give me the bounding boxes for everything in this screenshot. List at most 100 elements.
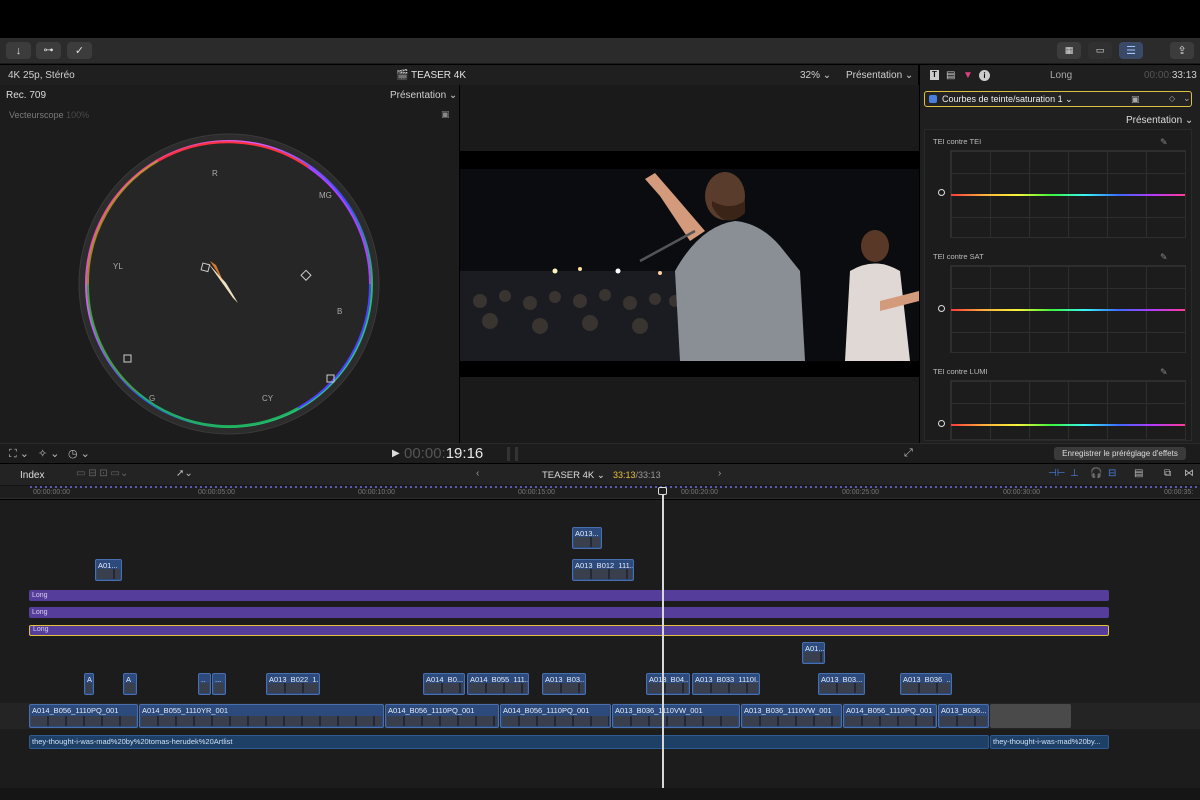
skimming-icon[interactable]: ⊣⊢	[1048, 468, 1065, 479]
clip[interactable]: A013_B03...	[818, 673, 865, 695]
viewer-canvas[interactable]	[460, 85, 919, 443]
clip[interactable]: A013_B022_1...	[266, 673, 320, 695]
audio-clip[interactable]: they-thought-i-was-mad%20by%20tomas-heru…	[29, 735, 989, 749]
clip[interactable]: A	[123, 673, 137, 695]
clip[interactable]: ...	[212, 673, 226, 695]
transitions-browser-icon[interactable]: ⋈	[1184, 468, 1194, 479]
clip[interactable]: A01...	[95, 559, 122, 581]
timeline-project-title[interactable]: TEASER 4K ⌄	[542, 470, 605, 481]
history-forward-icon[interactable]: ›	[718, 468, 721, 479]
curve-graph-hue-hue[interactable]	[950, 150, 1186, 238]
audio-clip-label: they-thought-i-was-mad%20by%20tomas-heru…	[32, 737, 233, 746]
headphones-icon[interactable]: 🎧	[1090, 468, 1102, 479]
eyedropper-icon[interactable]: ✎	[1160, 137, 1168, 148]
clip[interactable]: A013_B04...	[646, 673, 690, 695]
color-inspector-icon[interactable]: ▼	[963, 70, 973, 81]
history-back-icon[interactable]: ‹	[476, 468, 479, 479]
inspector-toggle-button[interactable]: ☰	[1119, 42, 1143, 59]
clip[interactable]: ..	[198, 673, 211, 695]
clip[interactable]: A013...	[572, 527, 602, 549]
clip[interactable]: A014_B055_111...	[467, 673, 529, 695]
audio-skimming-icon[interactable]: ⊥	[1070, 468, 1079, 479]
clip[interactable]: A	[84, 673, 94, 695]
inspector-presentation-menu[interactable]: Présentation ⌄	[1126, 115, 1193, 126]
import-button[interactable]: ↓	[6, 42, 31, 59]
primary-clip[interactable]: A014_B055_1110YR_001	[139, 704, 384, 728]
curve-graph-hue-sat[interactable]	[950, 265, 1186, 353]
scope-panel: Rec. 709 Présentation ⌄ Vecteurscope 100…	[0, 85, 459, 443]
primary-clip[interactable]: A014_B056_1110PQ_001	[29, 704, 138, 728]
browser-toggle-button[interactable]: ▦	[1057, 42, 1081, 59]
audio-meter-left	[507, 447, 510, 461]
audio-clip[interactable]: they-thought-i-was-mad%20by...	[990, 735, 1109, 749]
curve-title-hue-sat: TEI contre SAT	[933, 252, 984, 261]
timeline-header: Index ▭ ⊟ ⊡ ▭⌄ ➚⌄ ‹ TEASER 4K ⌄ 33:13/33…	[0, 464, 1200, 486]
effect-menu-chevron-icon[interactable]: ⌄	[1183, 93, 1191, 104]
effect-selector[interactable]: Courbes de teinte/saturation 1 ⌄ ▣ ◇ ⌄	[924, 91, 1192, 107]
ruler-label: 00:00:30:00	[1003, 489, 1040, 496]
share-button[interactable]: ⇪	[1170, 42, 1194, 59]
select-tool-icon[interactable]: ➚⌄	[176, 468, 193, 479]
primary-clip[interactable]: A013_B036_1110VW_001	[741, 704, 842, 728]
keyword-button[interactable]: ⊶	[36, 42, 61, 59]
timeline-ruler[interactable]: 00:00:00:00 00:00:05:00 00:00:10:00 00:0…	[0, 486, 1200, 499]
clip[interactable]: A013_B03...	[542, 673, 586, 695]
primary-clip[interactable]: A014_B056_1110PQ_001	[843, 704, 937, 728]
edit-buttons-group[interactable]: ▭ ⊟ ⊡ ▭⌄	[76, 468, 128, 479]
ruler-label: 00:00:35:	[1164, 489, 1194, 496]
scope-title: Vecteurscope 100%	[9, 110, 90, 120]
video-inspector-icon[interactable]: ▤	[946, 70, 955, 81]
curve-reset-dot[interactable]	[938, 420, 945, 427]
curve-reset-dot[interactable]	[938, 189, 945, 196]
snapping-icon[interactable]: ⊟	[1108, 468, 1116, 479]
primary-clip[interactable]: A013_B036...	[938, 704, 989, 728]
eyedropper-icon[interactable]: ✎	[1160, 252, 1168, 263]
eyedropper-icon[interactable]: ✎	[1160, 367, 1168, 378]
adjustment-clip[interactable]: Long	[29, 590, 1109, 601]
primary-clip[interactable]: A013_B036_1110VW_001	[612, 704, 740, 728]
adjustment-clip[interactable]: Long	[29, 607, 1109, 618]
grid-icon: ▦	[1064, 45, 1074, 55]
title-inspector-icon[interactable]: T	[930, 70, 939, 80]
keyframe-icon[interactable]: ◇	[1169, 94, 1175, 103]
mask-icon[interactable]: ▣	[1131, 94, 1140, 105]
playhead-handle[interactable]	[658, 487, 667, 495]
scope-presentation-menu[interactable]: Présentation ⌄	[390, 90, 457, 101]
primary-clip[interactable]: A014_B056_1110PQ_001	[385, 704, 499, 728]
primary-clip[interactable]: A014_B056_1110PQ_001	[500, 704, 611, 728]
inspector-duration-label: Long	[1050, 69, 1073, 81]
curve-graph-hue-luma[interactable]	[950, 380, 1186, 440]
clip[interactable]: A014_B0...	[423, 673, 465, 695]
sliders-icon: ☰	[1126, 45, 1136, 57]
effect-enable-checkbox[interactable]	[929, 95, 937, 103]
clip[interactable]: A013_B036_...	[900, 673, 952, 695]
effects-browser-icon[interactable]: ⧉	[1164, 468, 1171, 479]
timeline-toggle-button[interactable]: ▭	[1088, 42, 1112, 59]
play-icon[interactable]: ▶	[392, 448, 400, 459]
playhead[interactable]	[662, 488, 664, 788]
curve-reset-dot[interactable]	[938, 305, 945, 312]
clip-appearance-icon[interactable]: ▤	[1134, 468, 1143, 479]
check-circle-icon: ✓	[74, 45, 85, 57]
clip[interactable]: A013_B033_1110I...	[692, 673, 760, 695]
index-button[interactable]: Index	[20, 470, 44, 481]
info-icon[interactable]: i	[979, 69, 990, 81]
background-tasks-button[interactable]: ✓	[67, 42, 92, 59]
viewer-timecode[interactable]: 00:00:19:16	[404, 445, 483, 462]
speed-menu-icon[interactable]: ◷ ⌄	[68, 447, 90, 460]
timeline-duration: 33:13/33:13	[613, 470, 661, 480]
enhance-menu-icon[interactable]: ✧ ⌄	[38, 447, 60, 460]
scope-settings-icon[interactable]: ▣	[441, 109, 450, 120]
curve-title-hue-luma: TEI contre LUMI	[933, 367, 988, 376]
transform-menu-icon[interactable]: ⛶ ⌄	[9, 447, 29, 461]
effect-name[interactable]: Courbes de teinte/saturation 1 ⌄	[942, 94, 1073, 105]
clip[interactable]: A013_B012_111...	[572, 559, 634, 581]
video-frame	[460, 151, 919, 377]
fullscreen-icon[interactable]: ⤢	[904, 447, 913, 460]
zoom-menu[interactable]: 32% ⌄	[800, 70, 831, 81]
gap-clip[interactable]	[990, 704, 1071, 728]
save-effects-preset-button[interactable]: Enregistrer le préréglage d'effets	[1054, 447, 1186, 460]
viewer-presentation-menu[interactable]: Présentation ⌄	[846, 70, 913, 81]
clip[interactable]: A01...	[802, 642, 825, 664]
adjustment-clip-selected[interactable]: Long	[29, 625, 1109, 636]
